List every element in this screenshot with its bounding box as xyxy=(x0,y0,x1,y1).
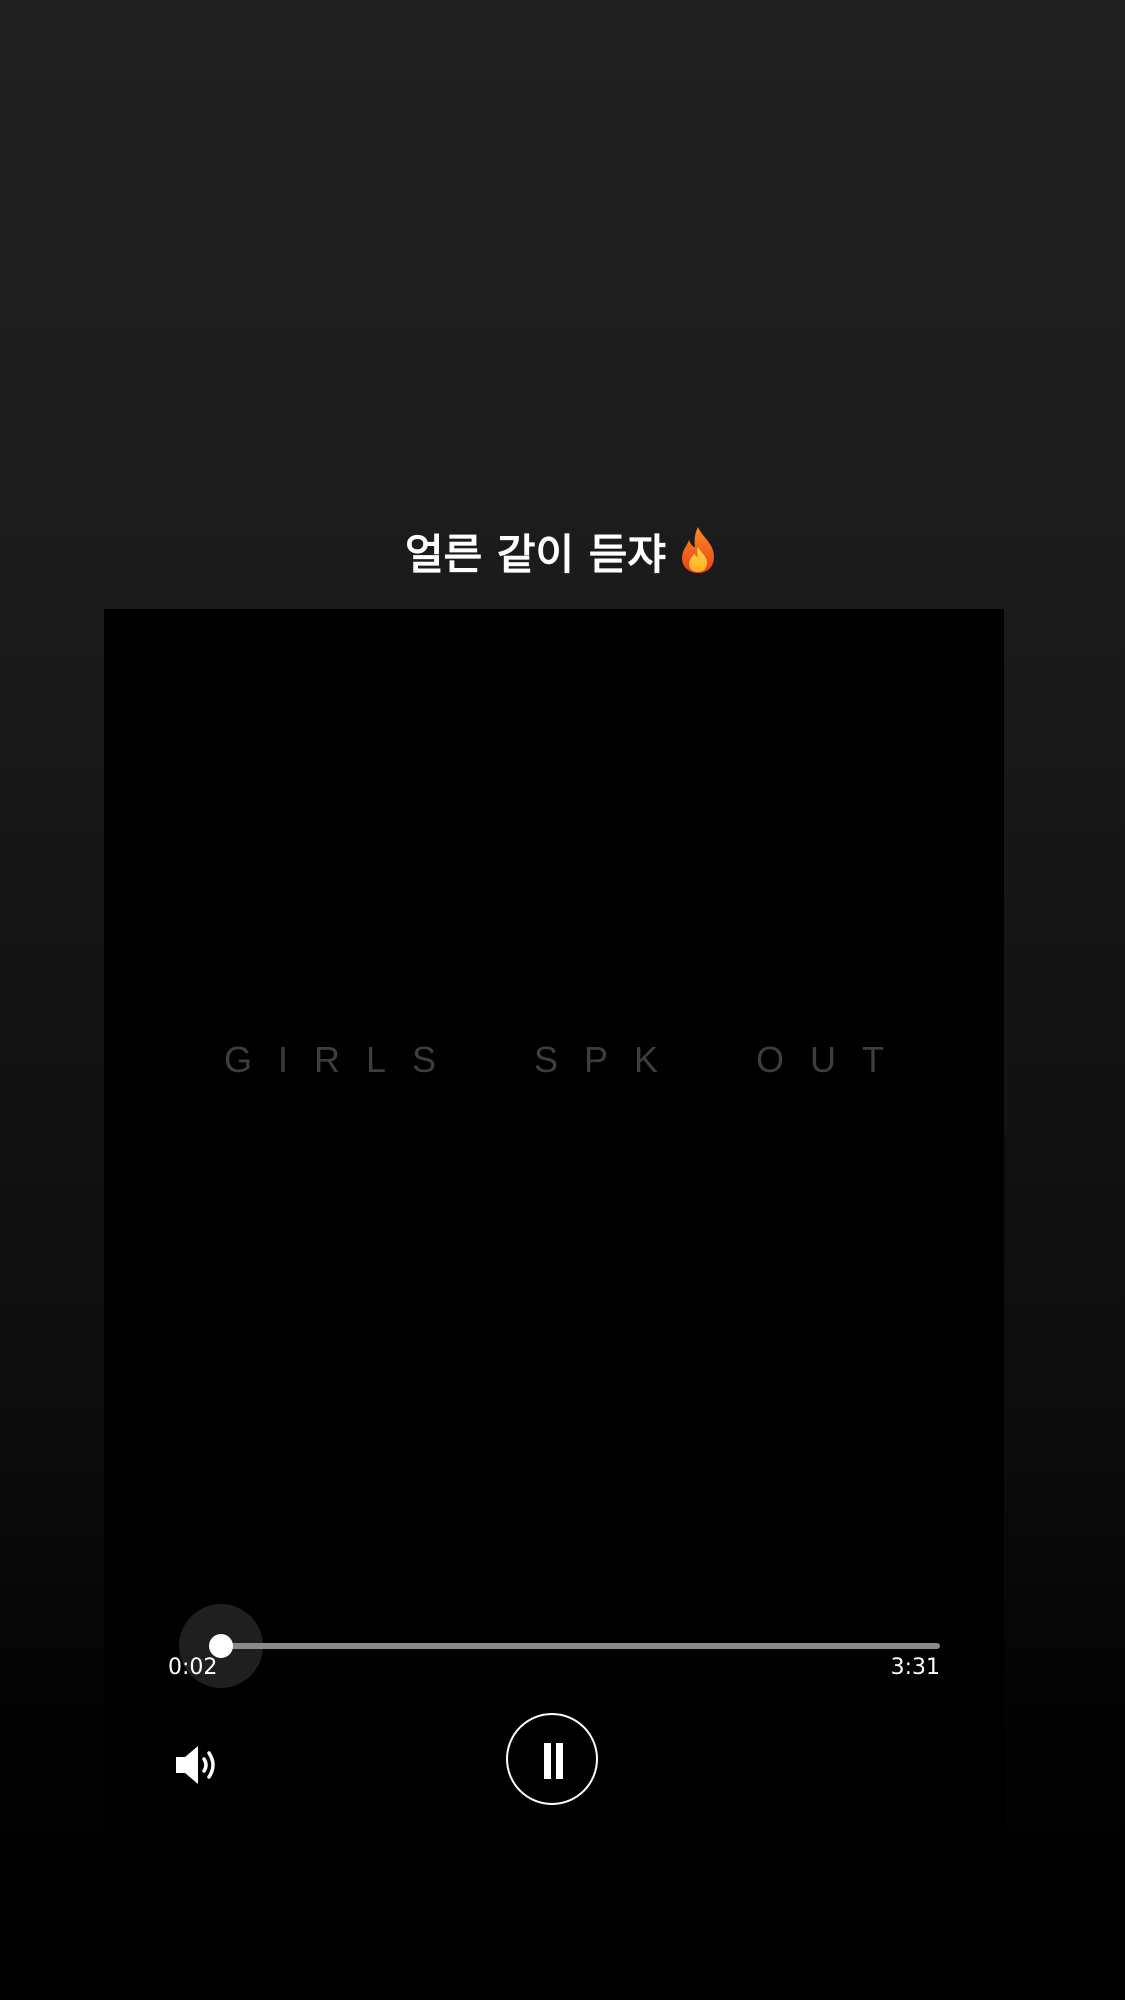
cover-title: GIRLS SPK OUT xyxy=(223,1039,911,1080)
volume-icon xyxy=(170,1746,226,1797)
total-time: 3:31 xyxy=(890,1655,940,1680)
audio-player: GIRLS SPK OUT 0:02 3:31 xyxy=(104,609,1004,1826)
volume-button[interactable] xyxy=(170,1737,226,1793)
current-time: 0:02 xyxy=(168,1655,218,1680)
story-caption: 얼른 같이 듣쟈 xyxy=(0,524,1125,586)
seek-track[interactable] xyxy=(214,1643,940,1649)
caption-text: 얼른 같이 듣쟈 xyxy=(404,530,667,579)
fire-icon xyxy=(676,525,720,592)
seek-bar[interactable] xyxy=(178,1604,940,1688)
pause-button[interactable] xyxy=(506,1713,598,1805)
